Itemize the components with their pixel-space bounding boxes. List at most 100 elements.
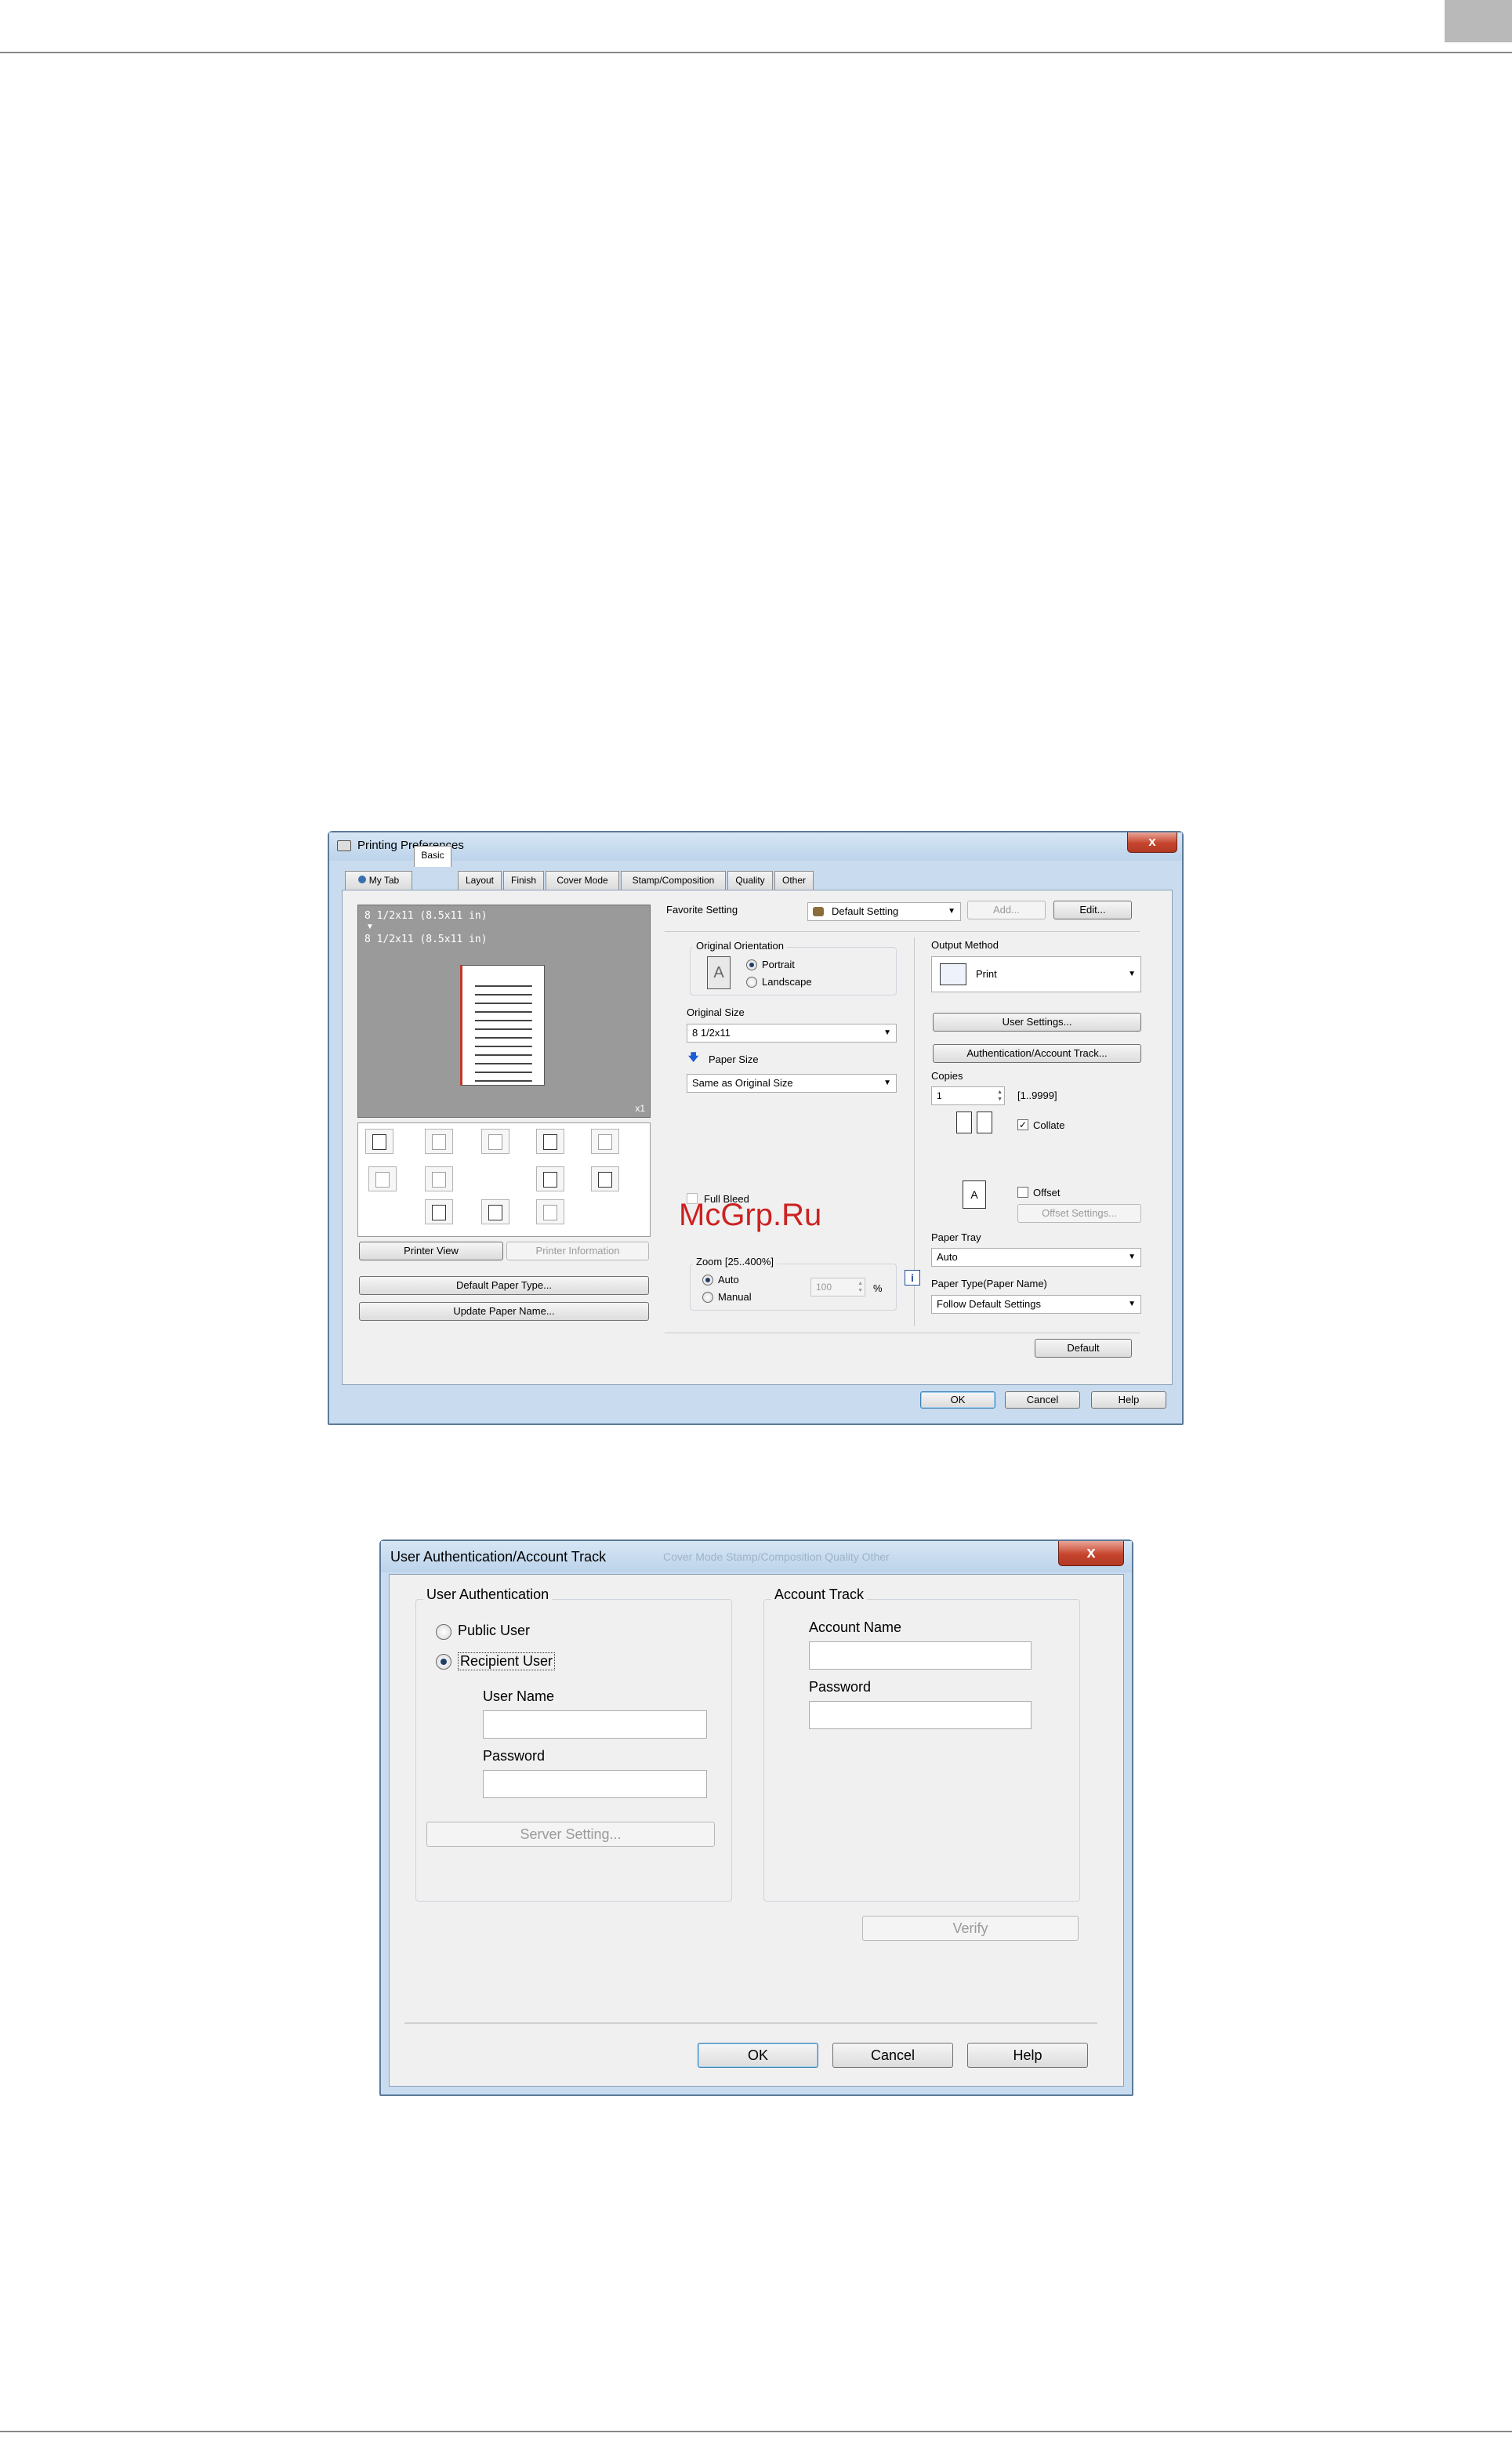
printer-icon bbox=[337, 840, 351, 851]
default-paper-type-button[interactable]: Default Paper Type... bbox=[359, 1276, 649, 1295]
portrait-label: Portrait bbox=[762, 959, 795, 970]
zoom-value-field[interactable]: 100 ▲ ▼ bbox=[810, 1278, 865, 1296]
printer-information-button[interactable]: Printer Information bbox=[506, 1242, 649, 1260]
cancel-button[interactable]: Cancel bbox=[1005, 1391, 1080, 1409]
dialog-title: User Authentication/Account Track bbox=[390, 1549, 607, 1565]
zoom-manual-label: Manual bbox=[718, 1291, 752, 1303]
copies-range: [1..9999] bbox=[1017, 1090, 1057, 1101]
offset-checkbox[interactable] bbox=[1017, 1187, 1028, 1198]
close-button[interactable]: x bbox=[1127, 832, 1177, 853]
account-name-input[interactable] bbox=[809, 1641, 1032, 1670]
collate-checkbox[interactable]: ✓ bbox=[1017, 1119, 1028, 1130]
offset-settings-button[interactable]: Offset Settings... bbox=[1017, 1204, 1141, 1223]
tab-quality[interactable]: Quality bbox=[727, 871, 773, 890]
footer-rule bbox=[0, 2431, 1512, 2432]
user-authentication-title: User Authentication bbox=[423, 1587, 553, 1603]
print-output-icon bbox=[940, 963, 966, 985]
zoom-manual-radio[interactable] bbox=[702, 1292, 713, 1303]
paper-size-label: Paper Size bbox=[709, 1053, 759, 1065]
page-corner-box bbox=[1445, 0, 1512, 42]
chevron-down-icon: ▼ bbox=[1128, 970, 1136, 978]
favorite-setting-label: Favorite Setting bbox=[666, 904, 738, 916]
chevron-down-icon: ▼ bbox=[948, 907, 955, 916]
preview-page bbox=[460, 965, 545, 1086]
spin-arrows-icon[interactable]: ▲ ▼ bbox=[997, 1089, 1003, 1103]
original-size-select[interactable]: 8 1/2x11 ▼ bbox=[687, 1024, 897, 1043]
chevron-down-icon: ▼ bbox=[1128, 1300, 1136, 1308]
dialog-title-bar: User Authentication/Account Track Cover … bbox=[381, 1541, 1132, 1572]
dialog-cancel-button[interactable]: Cancel bbox=[832, 2043, 953, 2068]
output-print-icon bbox=[365, 1129, 393, 1154]
account-password-label: Password bbox=[809, 1679, 872, 1695]
account-name-label: Account Name bbox=[809, 1619, 902, 1635]
zoom-unit: % bbox=[873, 1282, 883, 1294]
chevron-down-icon: ▼ bbox=[883, 1079, 891, 1087]
output-method-label: Output Method bbox=[931, 939, 999, 951]
original-orientation-title: Original Orientation bbox=[693, 940, 787, 952]
copies-field[interactable]: 1 ▲ ▼ bbox=[931, 1086, 1005, 1105]
recipient-user-label: Recipient User bbox=[458, 1652, 556, 1670]
zoom-auto-label: Auto bbox=[718, 1274, 739, 1286]
printer-view-button[interactable]: Printer View bbox=[359, 1242, 503, 1260]
dialog-ok-button[interactable]: OK bbox=[698, 2043, 818, 2068]
chevron-down-icon: ▼ bbox=[883, 1028, 891, 1037]
staple-icon bbox=[591, 1129, 619, 1154]
paper-type-select[interactable]: Follow Default Settings ▼ bbox=[931, 1295, 1141, 1314]
portrait-radio[interactable] bbox=[746, 959, 757, 970]
password-label: Password bbox=[483, 1748, 546, 1764]
tab-stamp-composition[interactable]: Stamp/Composition bbox=[621, 871, 726, 890]
paper-type-label: Paper Type(Paper Name) bbox=[931, 1278, 1047, 1289]
tab-other[interactable]: Other bbox=[774, 871, 814, 890]
zoom-group bbox=[690, 1264, 897, 1311]
help-button[interactable]: Help bbox=[1091, 1391, 1166, 1409]
ghost-tab-strip: Cover Mode Stamp/Composition Quality Oth… bbox=[663, 1550, 890, 1563]
tab-layout[interactable]: Layout bbox=[458, 871, 502, 890]
output-method-select[interactable]: Print ▼ bbox=[931, 956, 1141, 992]
dialog-close-button[interactable]: x bbox=[1058, 1541, 1124, 1566]
user-settings-button[interactable]: User Settings... bbox=[933, 1013, 1141, 1032]
add-favorite-button[interactable]: Add... bbox=[967, 901, 1046, 919]
default-button[interactable]: Default bbox=[1035, 1339, 1132, 1358]
chevron-down-icon: ▼ bbox=[1128, 1253, 1136, 1261]
recipient-user-radio[interactable] bbox=[436, 1654, 451, 1670]
user-name-input[interactable] bbox=[483, 1710, 707, 1739]
watermark-text: McGrp.Ru bbox=[679, 1198, 822, 1232]
collate-icon bbox=[536, 1129, 564, 1154]
edit-favorite-button[interactable]: Edit... bbox=[1053, 901, 1132, 919]
paper-size-select[interactable]: Same as Original Size ▼ bbox=[687, 1074, 897, 1093]
ok-button[interactable]: OK bbox=[920, 1391, 995, 1409]
spin-arrows-icon: ▲ ▼ bbox=[858, 1281, 863, 1293]
verify-button[interactable]: Verify bbox=[862, 1916, 1079, 1941]
user-auth-icon bbox=[425, 1199, 453, 1224]
public-user-radio[interactable] bbox=[436, 1624, 451, 1640]
collate-pages-icon bbox=[956, 1112, 999, 1141]
tab-finish[interactable]: Finish bbox=[503, 871, 544, 890]
landscape-label: Landscape bbox=[762, 976, 812, 988]
tab-my-tab[interactable]: My Tab bbox=[345, 871, 412, 890]
dialog-help-button[interactable]: Help bbox=[967, 2043, 1088, 2068]
booklet-icon bbox=[425, 1166, 453, 1191]
account-password-input[interactable] bbox=[809, 1701, 1032, 1729]
paper-tray-select[interactable]: Auto ▼ bbox=[931, 1248, 1141, 1267]
duplex-icon bbox=[481, 1129, 509, 1154]
authentication-account-track-button[interactable]: Authentication/Account Track... bbox=[933, 1044, 1141, 1063]
n-up-icon bbox=[425, 1129, 453, 1154]
header-rule bbox=[0, 52, 1512, 53]
update-paper-name-button[interactable]: Update Paper Name... bbox=[359, 1302, 649, 1321]
offset-label: Offset bbox=[1033, 1187, 1061, 1199]
password-input[interactable] bbox=[483, 1770, 707, 1798]
tab-basic[interactable]: Basic bbox=[414, 846, 451, 867]
zoom-title: Zoom [25..400%] bbox=[693, 1256, 777, 1267]
landscape-radio[interactable] bbox=[746, 977, 757, 988]
zoom-auto-radio[interactable] bbox=[702, 1275, 713, 1286]
tab-cover-mode[interactable]: Cover Mode bbox=[546, 871, 619, 890]
stack-icon bbox=[368, 1166, 397, 1191]
user-name-label: User Name bbox=[483, 1688, 555, 1704]
user-authentication-group bbox=[415, 1599, 732, 1902]
dialog-separator bbox=[404, 2022, 1097, 2024]
public-user-label: Public User bbox=[458, 1623, 531, 1638]
server-setting-button[interactable]: Server Setting... bbox=[426, 1822, 715, 1847]
favorite-setting-select[interactable]: Default Setting ▼ bbox=[807, 902, 961, 921]
original-size-label: Original Size bbox=[687, 1006, 745, 1018]
orientation-preview-icon: A bbox=[707, 956, 731, 989]
